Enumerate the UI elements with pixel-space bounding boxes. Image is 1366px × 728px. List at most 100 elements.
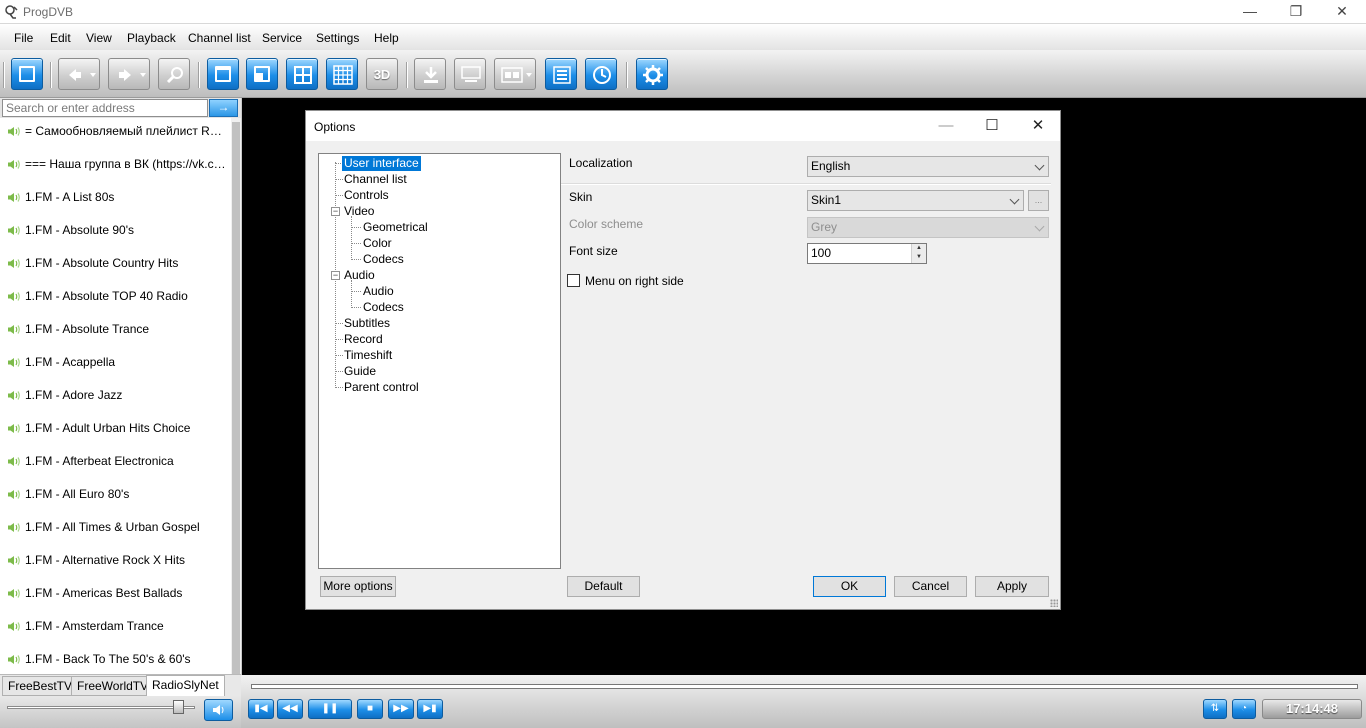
tree-item-color[interactable]: Color bbox=[361, 236, 394, 251]
list-item[interactable]: 1.FM - Absolute 90's bbox=[0, 217, 231, 250]
menu-settings[interactable]: Settings bbox=[316, 31, 359, 45]
dialog-minimize-button[interactable]: — bbox=[923, 111, 969, 141]
tree-item-audio-sub[interactable]: Audio bbox=[361, 284, 396, 299]
list-item[interactable]: 1.FM - Acappella bbox=[0, 349, 231, 382]
restore-button[interactable]: ❐ bbox=[1273, 0, 1319, 23]
menu-right-side-label[interactable]: Menu on right side bbox=[585, 274, 684, 288]
list-item[interactable]: === Наша группа в ВК (https://vk.com... bbox=[0, 151, 231, 184]
3d-button[interactable]: 3D bbox=[366, 58, 398, 90]
menu-right-side-checkbox[interactable] bbox=[567, 274, 580, 287]
collapse-icon[interactable]: − bbox=[331, 207, 340, 216]
menu-help[interactable]: Help bbox=[374, 31, 399, 45]
timer-button[interactable] bbox=[585, 58, 617, 90]
menu-channel-list[interactable]: Channel list bbox=[188, 31, 251, 45]
tree-item-record[interactable]: Record bbox=[342, 332, 385, 347]
menu-service[interactable]: Service bbox=[262, 31, 302, 45]
skin-browse-button[interactable]: ... bbox=[1028, 190, 1049, 211]
default-button[interactable]: Default bbox=[567, 576, 640, 597]
go-button[interactable]: → bbox=[209, 99, 238, 117]
forward-button[interactable] bbox=[108, 58, 150, 90]
pip-view-button[interactable] bbox=[246, 58, 278, 90]
menu-file[interactable]: File bbox=[14, 31, 33, 45]
teletext-button[interactable] bbox=[454, 58, 486, 90]
list-item[interactable]: 1.FM - Absolute TOP 40 Radio bbox=[0, 283, 231, 316]
list-item[interactable]: 1.FM - Back To The 50's & 60's bbox=[0, 646, 231, 674]
resize-grip[interactable] bbox=[1050, 599, 1058, 607]
channel-list-scrollbar[interactable] bbox=[231, 118, 241, 674]
search-input[interactable] bbox=[2, 99, 208, 117]
dialog-close-button[interactable]: ✕ bbox=[1015, 111, 1061, 141]
tree-item-timeshift[interactable]: Timeshift bbox=[342, 348, 394, 363]
tree-item-subtitles[interactable]: Subtitles bbox=[342, 316, 392, 331]
list-item[interactable]: 1.FM - Absolute Trance bbox=[0, 316, 231, 349]
minimize-button[interactable]: — bbox=[1227, 0, 1273, 23]
menu-playback[interactable]: Playback bbox=[127, 31, 176, 45]
subtitles-button[interactable] bbox=[494, 58, 536, 90]
tree-item-user-interface[interactable]: User interface bbox=[342, 156, 421, 171]
search-button[interactable] bbox=[158, 58, 190, 90]
tree-item-channel-list[interactable]: Channel list bbox=[342, 172, 409, 187]
menu-edit[interactable]: Edit bbox=[50, 31, 71, 45]
back-button[interactable] bbox=[58, 58, 100, 90]
list-item[interactable]: = Самообновляемый плейлист Radio... bbox=[0, 118, 231, 151]
tree-item-audio-codecs[interactable]: Codecs bbox=[361, 300, 406, 315]
epg-list-button[interactable] bbox=[545, 58, 577, 90]
time-button[interactable]: ◔ bbox=[1232, 699, 1256, 719]
ok-button[interactable]: OK bbox=[813, 576, 886, 597]
stepper-up-icon[interactable]: ▲ bbox=[912, 244, 926, 253]
stop-button[interactable]: ■ bbox=[357, 699, 383, 719]
menu-view[interactable]: View bbox=[86, 31, 112, 45]
cancel-button[interactable]: Cancel bbox=[894, 576, 967, 597]
rewind-button[interactable]: ◀◀ bbox=[277, 699, 303, 719]
color-scheme-select[interactable]: Grey bbox=[807, 217, 1049, 238]
list-item[interactable]: 1.FM - A List 80s bbox=[0, 184, 231, 217]
channel-name: 1.FM - Alternative Rock X Hits bbox=[25, 553, 186, 567]
list-item[interactable]: 1.FM - Alternative Rock X Hits bbox=[0, 547, 231, 580]
tree-item-geometrical[interactable]: Geometrical bbox=[361, 220, 430, 235]
prev-button[interactable]: ▮◀ bbox=[248, 699, 274, 719]
list-item[interactable]: 1.FM - Amsterdam Trance bbox=[0, 613, 231, 646]
record-button[interactable] bbox=[414, 58, 446, 90]
audio-track-button[interactable]: ⇅ bbox=[1203, 699, 1227, 719]
more-options-button[interactable]: More options bbox=[320, 576, 396, 597]
localization-select[interactable]: English bbox=[807, 156, 1049, 177]
list-item[interactable]: 1.FM - Adult Urban Hits Choice bbox=[0, 415, 231, 448]
speaker-icon bbox=[8, 259, 20, 268]
tree-item-guide[interactable]: Guide bbox=[342, 364, 378, 379]
settings-button[interactable] bbox=[636, 58, 668, 90]
list-item[interactable]: 1.FM - All Times & Urban Gospel bbox=[0, 514, 231, 547]
stepper-down-icon[interactable]: ▼ bbox=[912, 253, 926, 262]
channel-list-button[interactable] bbox=[11, 58, 43, 90]
skin-select[interactable]: Skin1 bbox=[807, 190, 1024, 211]
tab-radioslynet[interactable]: RadioSlyNet bbox=[146, 675, 225, 696]
grid-view-button[interactable] bbox=[326, 58, 358, 90]
apply-button[interactable]: Apply bbox=[975, 576, 1049, 597]
seek-bar[interactable] bbox=[251, 684, 1358, 689]
single-view-button[interactable] bbox=[207, 58, 239, 90]
tree-item-video-codecs[interactable]: Codecs bbox=[361, 252, 406, 267]
tree-item-controls[interactable]: Controls bbox=[342, 188, 391, 203]
font-size-stepper[interactable]: 100 ▲ ▼ bbox=[807, 243, 927, 264]
tab-freebesttv[interactable]: FreeBestTV bbox=[2, 676, 79, 696]
list-item[interactable]: 1.FM - All Euro 80's bbox=[0, 481, 231, 514]
scrollbar-thumb[interactable] bbox=[232, 122, 240, 674]
list-item[interactable]: 1.FM - Afterbeat Electronica bbox=[0, 448, 231, 481]
collapse-icon[interactable]: − bbox=[331, 271, 340, 280]
list-item[interactable]: 1.FM - Americas Best Ballads bbox=[0, 580, 231, 613]
four-view-button[interactable] bbox=[286, 58, 318, 90]
tree-item-parent-control[interactable]: Parent control bbox=[342, 380, 421, 395]
mute-button[interactable] bbox=[204, 699, 233, 721]
volume-slider-thumb[interactable] bbox=[173, 700, 184, 714]
list-item[interactable]: 1.FM - Adore Jazz bbox=[0, 382, 231, 415]
close-button[interactable]: ✕ bbox=[1319, 0, 1365, 23]
tree-item-audio[interactable]: Audio bbox=[342, 268, 377, 283]
list-item[interactable]: 1.FM - Absolute Country Hits bbox=[0, 250, 231, 283]
dialog-maximize-button[interactable]: ☐ bbox=[969, 111, 1015, 141]
pause-button[interactable]: ❚❚ bbox=[308, 699, 352, 719]
fast-forward-button[interactable]: ▶▶ bbox=[388, 699, 414, 719]
next-button[interactable]: ▶▮ bbox=[417, 699, 443, 719]
stepper-buttons[interactable]: ▲ ▼ bbox=[911, 244, 926, 263]
tree-item-video[interactable]: Video bbox=[342, 204, 376, 219]
tab-freeworldtv[interactable]: FreeWorldTV bbox=[71, 676, 155, 696]
volume-slider[interactable] bbox=[7, 706, 195, 709]
